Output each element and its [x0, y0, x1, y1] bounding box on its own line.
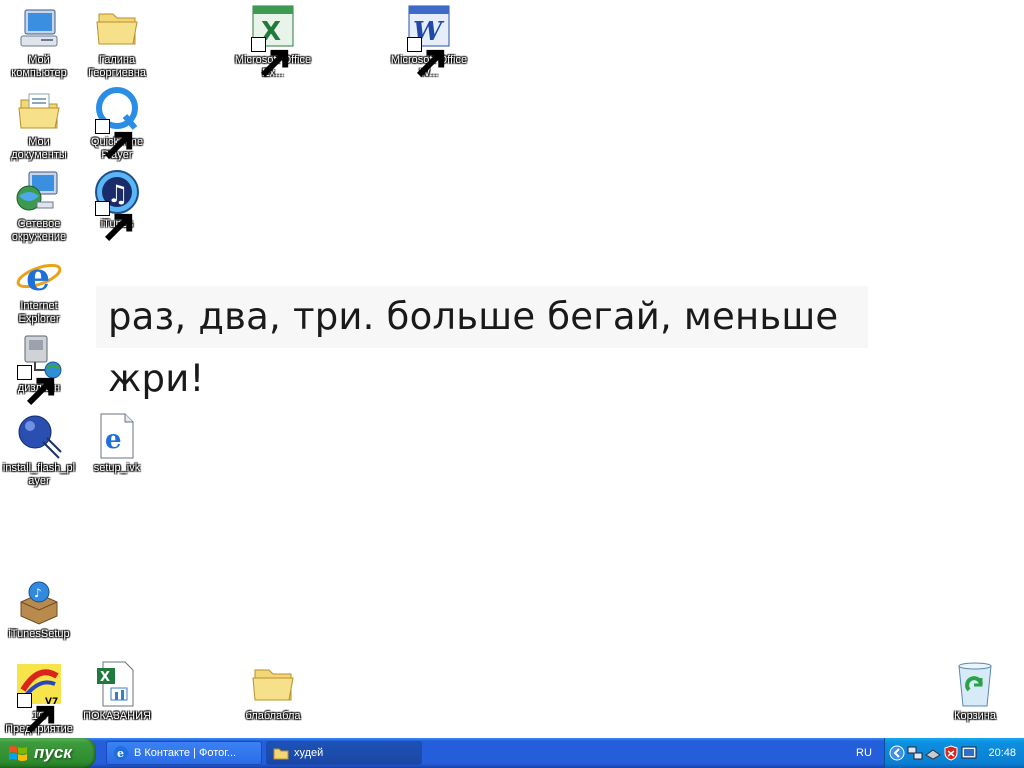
desktop-icon-blabla-folder[interactable]: блаблабла: [234, 660, 312, 723]
excel-icon: X: [249, 4, 297, 78]
security-shield-icon[interactable]: [943, 745, 959, 761]
desktop-icon-recycle-bin[interactable]: Корзина: [936, 660, 1014, 723]
svg-text:e: e: [105, 425, 122, 455]
icon-label: iTunesSetup: [8, 628, 70, 640]
desktop-icon-network[interactable]: Сетевое окружение: [0, 168, 78, 244]
folder-icon: [93, 4, 141, 52]
desktop-icon-itunessetup[interactable]: ♪ iTunesSetup: [0, 578, 78, 641]
desktop[interactable]: Мой компьютер Мои документы Сетевое окру…: [0, 0, 1024, 738]
system-tray: 20:48: [884, 738, 1024, 768]
network-connection-icon[interactable]: [907, 745, 923, 761]
shortcut-arrow-icon: [17, 365, 55, 406]
documents-folder-icon: [15, 86, 63, 134]
icon-label: Мой компьютер: [11, 54, 67, 79]
icon-label: Галина Георгиевна: [88, 54, 146, 79]
desktop-icon-internet-explorer[interactable]: e Internet Explorer: [0, 250, 78, 326]
desktop-icon-my-computer[interactable]: Мой компьютер: [0, 4, 78, 80]
svg-text:e: e: [117, 747, 124, 760]
flash-satellite-icon: [15, 412, 63, 460]
desktop-icon-1c[interactable]: V7 1С Предприятие: [0, 660, 78, 736]
shortcut-arrow-icon: [17, 693, 55, 734]
taskbar-clock[interactable]: 20:48: [988, 738, 1016, 768]
desktop-icon-pokazaniya[interactable]: X ПОКАЗАНИЯ: [78, 660, 156, 723]
desktop-icon-setup-ivk[interactable]: e setup_ivk: [78, 412, 156, 475]
icon-label: Сетевое окружение: [11, 218, 67, 243]
icon-label: Мои документы: [11, 136, 67, 161]
desktop-icon-word[interactable]: W Microsoft Office W...: [390, 4, 468, 80]
taskbar-item-label: худей: [294, 747, 324, 759]
start-label: пуск: [34, 743, 72, 762]
desktop-icon-galina-folder[interactable]: Галина Георгиевна: [78, 4, 156, 80]
shortcut-arrow-icon: [95, 119, 133, 160]
taskbar-item-hudey[interactable]: худей: [266, 741, 422, 765]
svg-text:♪: ♪: [34, 586, 42, 600]
desktop-icon-install-flash[interactable]: install_flash_pl ayer: [0, 412, 78, 488]
dialup-connection-icon: [15, 332, 63, 406]
network-globe-icon: [15, 168, 63, 216]
svg-text:X: X: [100, 670, 110, 685]
desktop-icon-my-documents[interactable]: Мои документы: [0, 86, 78, 162]
start-button[interactable]: пуск: [0, 738, 96, 768]
ie-window-icon: e: [113, 745, 129, 761]
svg-text:e: e: [26, 254, 50, 298]
1c-enterprise-icon: V7: [15, 660, 63, 734]
shortcut-arrow-icon: [95, 201, 133, 242]
icon-label: блаблабла: [245, 710, 301, 722]
icon-label: Корзина: [954, 710, 996, 722]
itunes-icon: ♫: [93, 168, 141, 242]
icon-label: Internet Explorer: [18, 300, 60, 325]
folder-window-icon: [273, 745, 289, 761]
shortcut-arrow-icon: [251, 37, 289, 78]
ie-document-icon: e: [93, 412, 141, 460]
internet-explorer-icon: e: [15, 250, 63, 298]
taskbar-item-label: В Контакте | Фотог...: [134, 747, 237, 759]
installer-box-icon: ♪: [15, 578, 63, 626]
desktop-icon-itunes[interactable]: ♫ iTunes: [78, 168, 156, 242]
icon-label: setup_ivk: [93, 462, 141, 474]
computer-icon: [15, 4, 63, 52]
wallpaper-slogan: раз, два, три. больше бегай, меньше жри!: [96, 286, 868, 400]
shortcut-arrow-icon: [407, 37, 445, 78]
desktop-icon-quicktime[interactable]: QuickTime Player: [78, 86, 156, 162]
recycle-bin-icon: [951, 660, 999, 708]
show-hidden-icons-chevron-icon[interactable]: [889, 745, 905, 761]
windows-logo-icon: [8, 744, 28, 762]
desktop-icon-dialup[interactable]: дизлайн: [0, 332, 78, 406]
icon-label: install_flash_pl ayer: [2, 462, 76, 487]
quicktime-icon: [93, 86, 141, 160]
taskbar: пуск e В Контакте | Фотог... худей RU 20…: [0, 738, 1024, 768]
taskbar-item-vkontakte[interactable]: e В Контакте | Фотог...: [106, 741, 262, 765]
modem-icon[interactable]: [925, 745, 941, 761]
language-indicator[interactable]: RU: [856, 738, 872, 768]
icon-label: ПОКАЗАНИЯ: [83, 710, 151, 722]
monitor-app-icon[interactable]: [961, 745, 977, 761]
folder-icon: [249, 660, 297, 708]
excel-document-icon: X: [93, 660, 141, 708]
desktop-icon-excel[interactable]: X Microsoft Office Ex...: [234, 4, 312, 80]
word-icon: W: [405, 4, 453, 78]
